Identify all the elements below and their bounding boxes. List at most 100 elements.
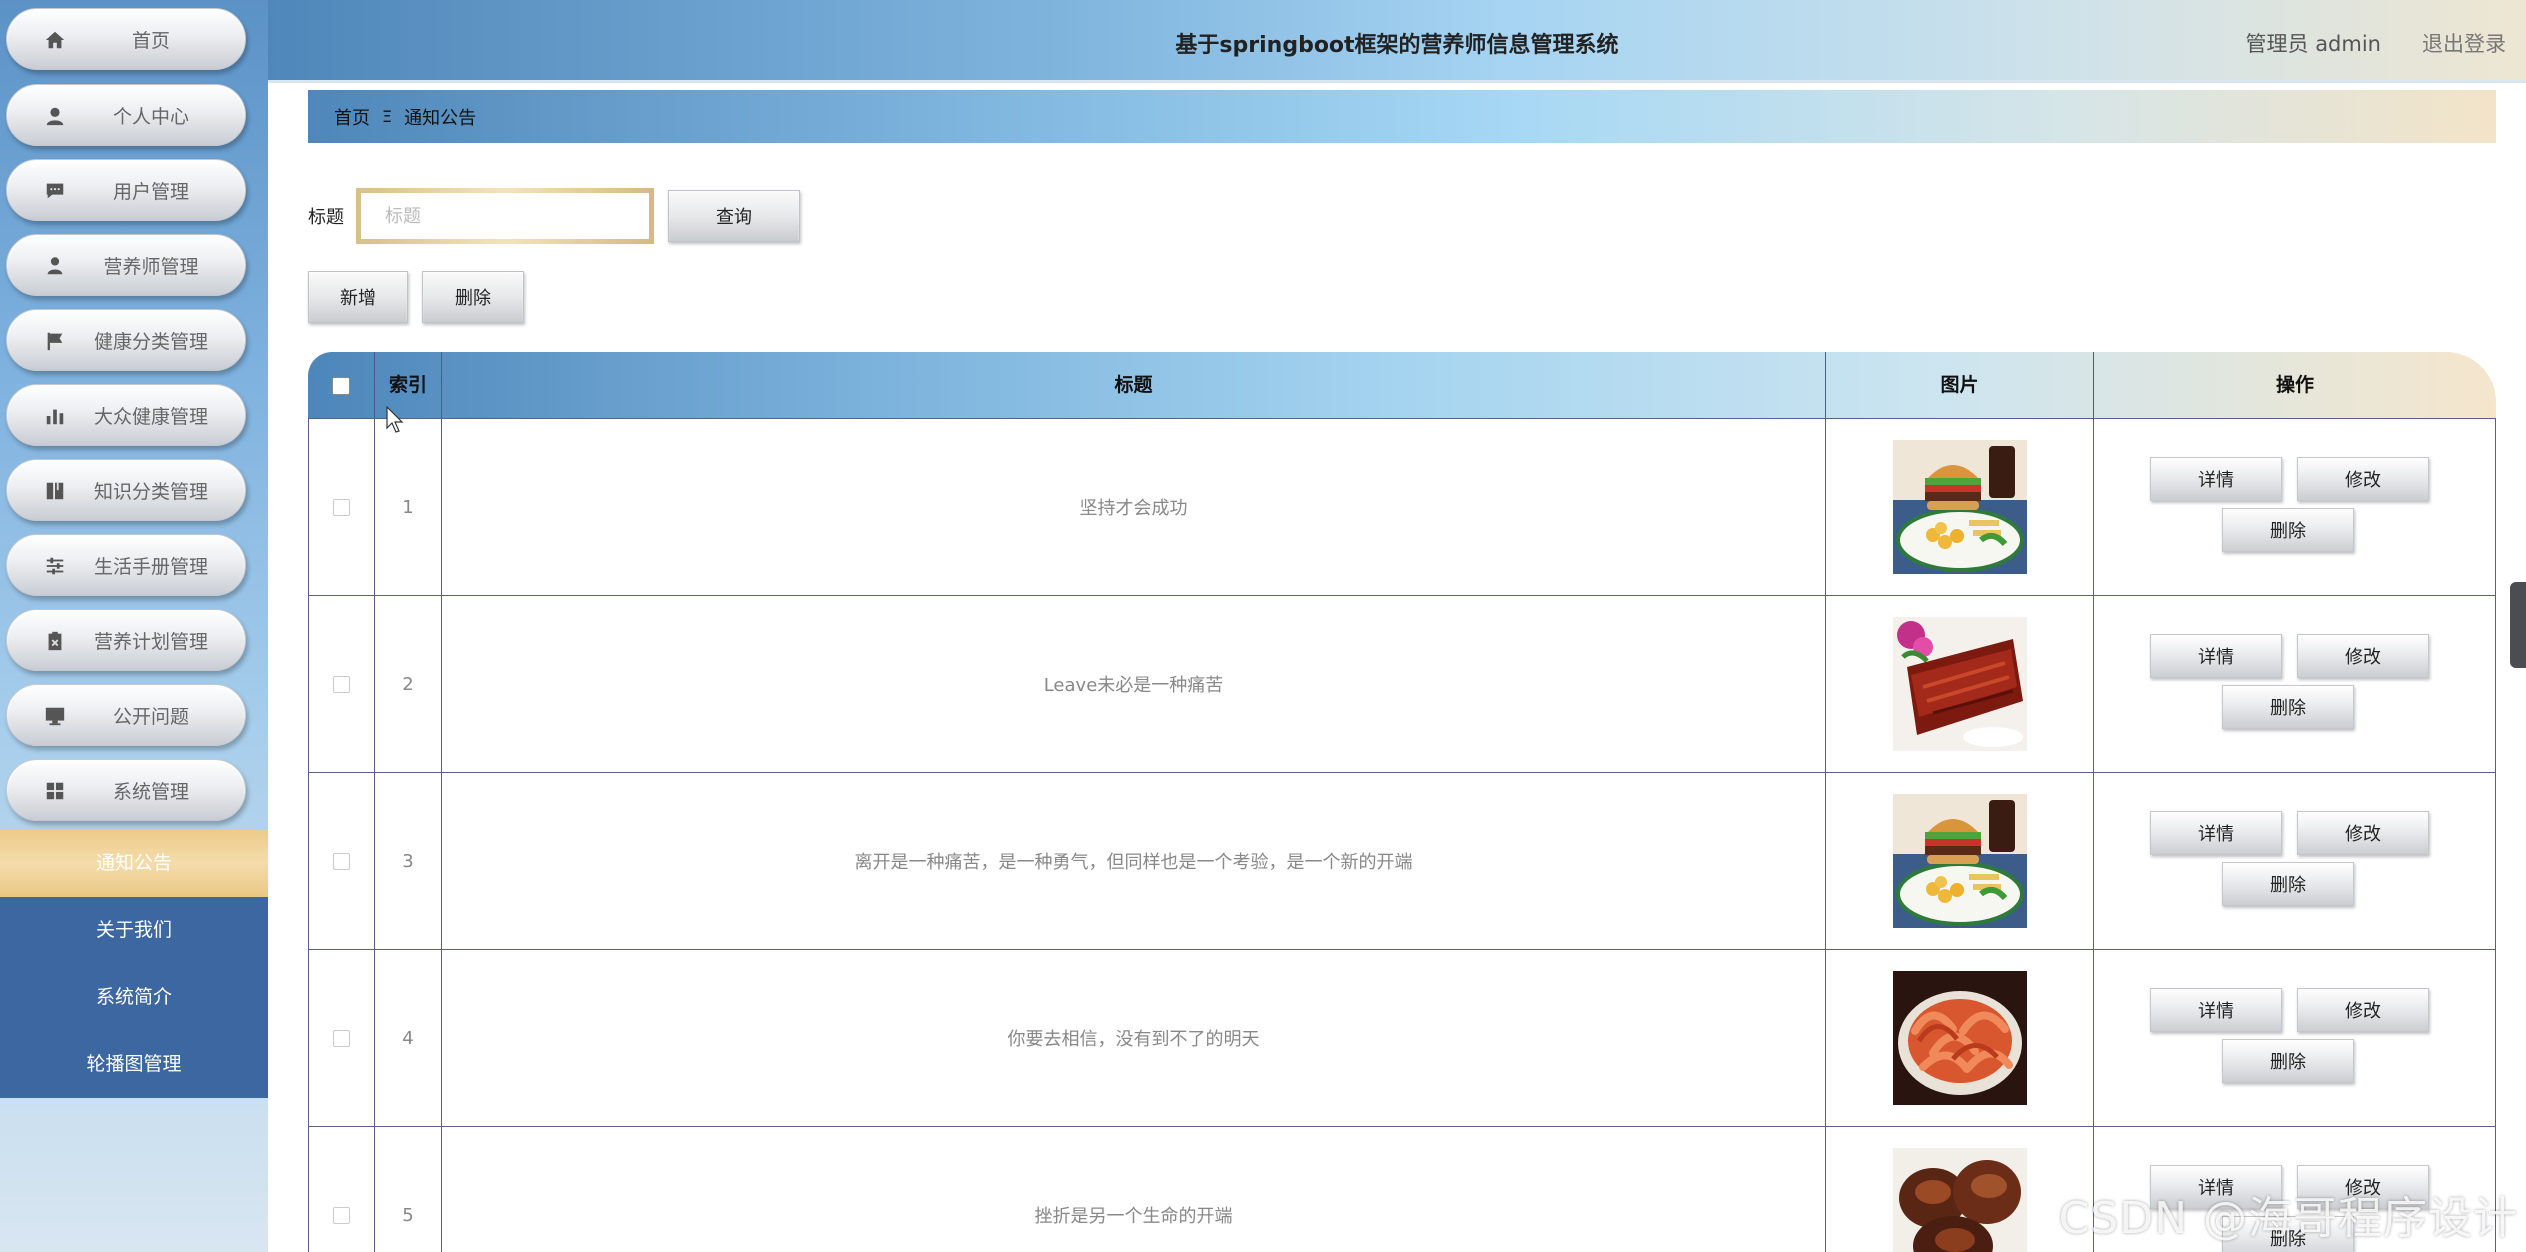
person-icon bbox=[43, 254, 67, 278]
row-image-cell bbox=[1826, 1127, 2094, 1252]
burger-plate-image[interactable] bbox=[1892, 794, 2027, 928]
row-select-cell bbox=[309, 419, 375, 595]
sidebar-item-nutrition-plan[interactable]: 营养计划管理 bbox=[6, 609, 246, 671]
row-select-cell bbox=[309, 1127, 375, 1252]
sliders-icon bbox=[43, 554, 67, 578]
roast-chicken-image[interactable] bbox=[1892, 1148, 2027, 1252]
row-checkbox[interactable] bbox=[333, 1206, 350, 1224]
search-label: 标题 bbox=[308, 207, 344, 228]
delete-button[interactable]: 删除 bbox=[2222, 685, 2354, 729]
table-row: 2 Leave未必是一种痛苦 详情 修改 删除 bbox=[308, 595, 2496, 772]
row-index: 2 bbox=[375, 596, 442, 772]
row-operations: 详情 修改 删除 bbox=[2094, 419, 2495, 595]
query-button[interactable]: 查询 bbox=[668, 190, 800, 242]
sidebar-item-label: 知识分类管理 bbox=[93, 480, 208, 503]
column-header-title: 标题 bbox=[442, 352, 1826, 418]
detail-button[interactable]: 详情 bbox=[2150, 634, 2282, 678]
submenu-item-carousel[interactable]: 轮播图管理 bbox=[0, 1031, 268, 1098]
row-title: 挫折是另一个生命的开端 bbox=[442, 1127, 1826, 1252]
bar-chart-icon bbox=[43, 404, 67, 428]
row-image-cell bbox=[1826, 596, 2094, 772]
row-title: 你要去相信，没有到不了的明天 bbox=[442, 950, 1826, 1126]
row-select-cell bbox=[309, 596, 375, 772]
select-all-cell bbox=[308, 352, 375, 418]
edit-button[interactable]: 修改 bbox=[2297, 988, 2429, 1032]
current-user: 管理员 admin bbox=[2245, 32, 2381, 56]
sidebar-item-knowledge-category[interactable]: 知识分类管理 bbox=[6, 459, 246, 521]
sidebar: 首页 个人中心 用户管理 营养师管理 健康分类管理 大众健康管理 知识分类管理 … bbox=[0, 0, 268, 1252]
submenu-item-system-intro[interactable]: 系统简介 bbox=[0, 964, 268, 1031]
mouse-cursor-icon bbox=[386, 406, 404, 433]
sidebar-item-label: 营养计划管理 bbox=[93, 630, 208, 653]
sidebar-item-system[interactable]: 系统管理 bbox=[6, 759, 246, 821]
edit-button[interactable]: 修改 bbox=[2297, 811, 2429, 855]
app-title: 基于springboot框架的营养师信息管理系统 bbox=[1175, 33, 1619, 58]
detail-button[interactable]: 详情 bbox=[2150, 811, 2282, 855]
row-checkbox[interactable] bbox=[333, 498, 350, 516]
row-image-cell bbox=[1826, 950, 2094, 1126]
row-index: 1 bbox=[375, 419, 442, 595]
row-operations: 详情 修改 删除 bbox=[2094, 596, 2495, 772]
burger-plate-image[interactable] bbox=[1892, 440, 2027, 574]
row-image-cell bbox=[1826, 419, 2094, 595]
sidebar-item-life-manual[interactable]: 生活手册管理 bbox=[6, 534, 246, 596]
sidebar-item-public-health[interactable]: 大众健康管理 bbox=[6, 384, 246, 446]
delete-button[interactable]: 删除 bbox=[2222, 862, 2354, 906]
breadcrumb-current: 通知公告 bbox=[404, 107, 477, 129]
edit-button[interactable]: 修改 bbox=[2297, 634, 2429, 678]
breadcrumb-home[interactable]: 首页 bbox=[334, 104, 370, 130]
watermark-text: CSDN @海哥程序设计 bbox=[2058, 1193, 2518, 1244]
batch-delete-button[interactable]: 删除 bbox=[422, 271, 524, 323]
row-operations: 详情 修改 删除 bbox=[2094, 950, 2495, 1126]
submenu-item-about-us[interactable]: 关于我们 bbox=[0, 897, 268, 964]
sidebar-item-label: 公开问题 bbox=[112, 705, 189, 728]
sidebar-item-label: 生活手册管理 bbox=[93, 555, 208, 578]
edit-button[interactable]: 修改 bbox=[2297, 457, 2429, 501]
notice-table: 索引 标题 图片 操作 1 坚持才会成功 详情 修改 删除 2 Leave未必是… bbox=[308, 352, 2496, 1252]
clipboard-icon bbox=[43, 629, 67, 653]
chat-icon bbox=[43, 179, 67, 203]
top-header: 基于springboot框架的营养师信息管理系统 管理员 admin 退出登录 bbox=[268, 0, 2526, 83]
sidebar-item-label: 用户管理 bbox=[112, 180, 189, 203]
sidebar-item-label: 大众健康管理 bbox=[93, 405, 208, 428]
roast-meat-image[interactable] bbox=[1892, 617, 2027, 751]
row-index: 5 bbox=[375, 1127, 442, 1252]
row-checkbox[interactable] bbox=[333, 675, 350, 693]
sidebar-item-label: 个人中心 bbox=[112, 105, 189, 128]
sidebar-item-home[interactable]: 首页 bbox=[6, 8, 246, 70]
sidebar-item-label: 营养师管理 bbox=[103, 255, 199, 278]
select-all-checkbox[interactable] bbox=[332, 376, 350, 395]
search-field-frame bbox=[356, 188, 654, 244]
delete-button[interactable]: 删除 bbox=[2222, 508, 2354, 552]
scroll-handle[interactable] bbox=[2510, 582, 2526, 668]
sidebar-item-nutritionists[interactable]: 营养师管理 bbox=[6, 234, 246, 296]
delete-button[interactable]: 删除 bbox=[2222, 1039, 2354, 1083]
sidebar-item-public-questions[interactable]: 公开问题 bbox=[6, 684, 246, 746]
submenu-item-notice[interactable]: 通知公告 bbox=[0, 830, 268, 897]
system-submenu: 通知公告 关于我们 系统简介 轮播图管理 bbox=[0, 830, 268, 1098]
grid-icon bbox=[43, 779, 67, 803]
home-icon bbox=[43, 28, 67, 52]
table-row: 3 离开是一种痛苦，是一种勇气，但同样也是一个考验，是一个新的开端 详情 修改 … bbox=[308, 772, 2496, 949]
monitor-icon bbox=[43, 704, 67, 728]
sidebar-item-label: 首页 bbox=[131, 29, 170, 52]
row-image-cell bbox=[1826, 773, 2094, 949]
sidebar-item-profile[interactable]: 个人中心 bbox=[6, 84, 246, 146]
sidebar-item-users[interactable]: 用户管理 bbox=[6, 159, 246, 221]
row-checkbox[interactable] bbox=[333, 852, 350, 870]
breadcrumb: 首页 Ξ 通知公告 bbox=[308, 90, 2496, 143]
column-header-operations: 操作 bbox=[2275, 374, 2314, 396]
logout-link[interactable]: 退出登录 bbox=[2422, 28, 2506, 58]
row-checkbox[interactable] bbox=[333, 1029, 350, 1047]
sidebar-item-health-category[interactable]: 健康分类管理 bbox=[6, 309, 246, 371]
detail-button[interactable]: 详情 bbox=[2150, 988, 2282, 1032]
row-title: Leave未必是一种痛苦 bbox=[442, 596, 1826, 772]
shrimp-bowl-image[interactable] bbox=[1892, 971, 2027, 1105]
add-button[interactable]: 新增 bbox=[308, 271, 408, 323]
detail-button[interactable]: 详情 bbox=[2150, 457, 2282, 501]
row-index: 3 bbox=[375, 773, 442, 949]
search-title-input[interactable] bbox=[361, 193, 649, 239]
table-row: 4 你要去相信，没有到不了的明天 详情 修改 删除 bbox=[308, 949, 2496, 1126]
flag-icon bbox=[43, 329, 67, 353]
table-header: 索引 标题 图片 操作 bbox=[308, 352, 2496, 418]
